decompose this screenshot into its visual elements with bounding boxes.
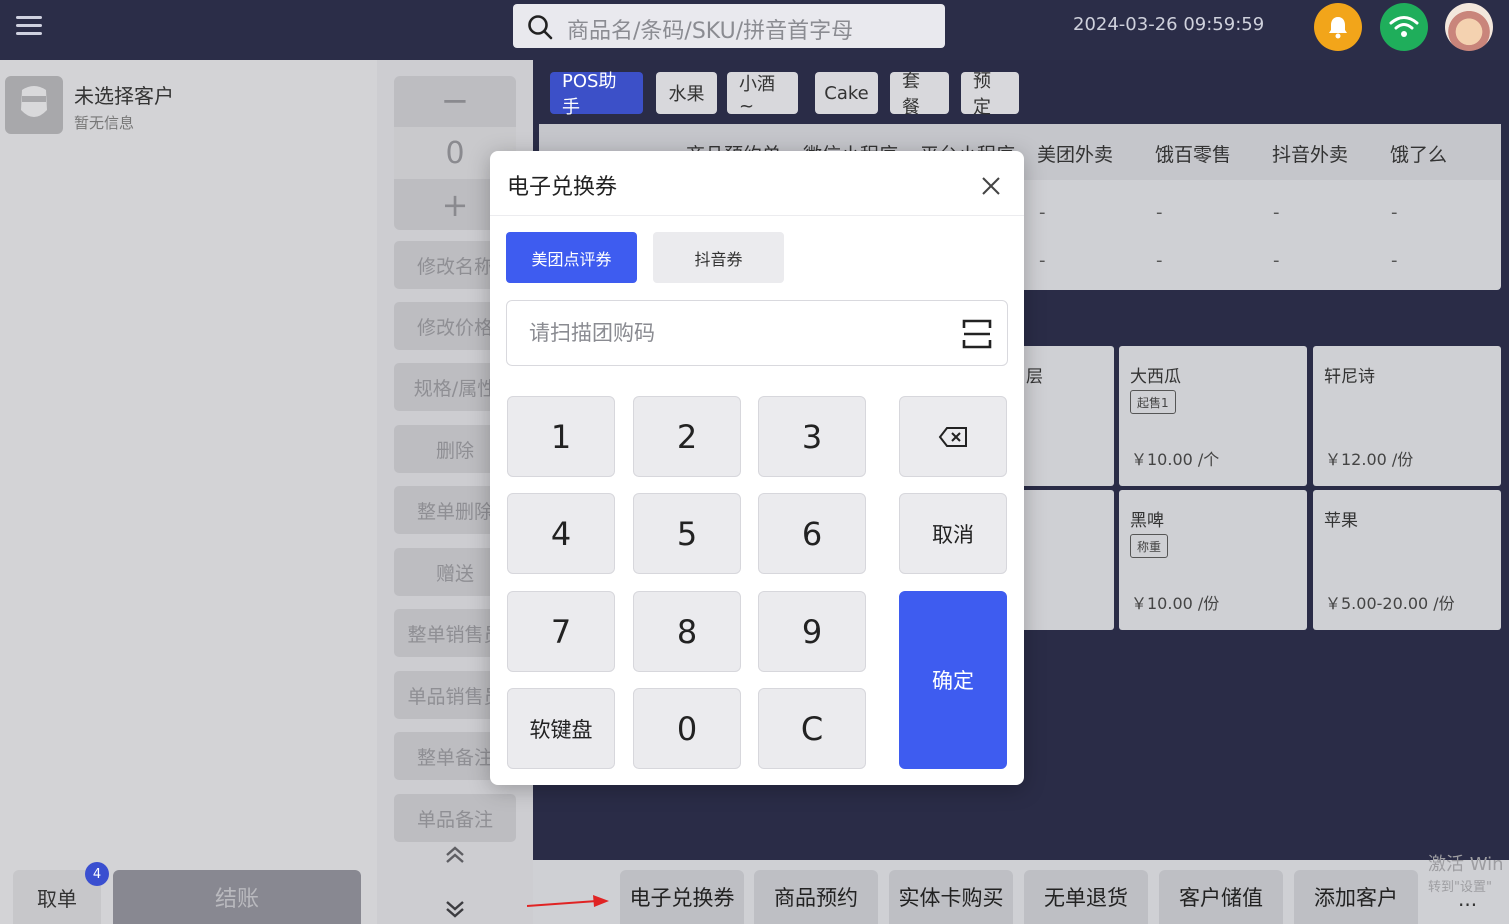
key-2[interactable]: 2 xyxy=(633,396,741,477)
table-cell: - xyxy=(1391,202,1398,223)
chevron-up-icon[interactable] xyxy=(444,844,466,866)
key-1[interactable]: 1 xyxy=(507,396,615,477)
wifi-button[interactable] xyxy=(1380,3,1428,51)
quantity-minus-button[interactable]: − xyxy=(394,76,516,126)
bell-icon xyxy=(1329,17,1347,39)
product-price: ￥10.00 /份 xyxy=(1131,594,1220,613)
clear-key-button[interactable]: C xyxy=(758,688,866,769)
product-name: 黑啤 xyxy=(1130,511,1164,531)
windows-activation-title: 激活 Win xyxy=(1428,854,1504,875)
table-cell: - xyxy=(1156,250,1163,271)
soft-keyboard-button[interactable]: 软键盘 xyxy=(507,688,615,769)
category-tab-combo[interactable]: 套餐 xyxy=(890,71,949,118)
product-name: 层 xyxy=(1026,367,1043,387)
user-icon xyxy=(21,86,47,117)
divider xyxy=(490,215,1024,216)
category-tab-wine[interactable]: 小酒 ~ xyxy=(727,72,798,117)
table-cell: - xyxy=(1273,250,1280,271)
key-6[interactable]: 6 xyxy=(758,493,866,574)
key-5[interactable]: 5 xyxy=(633,493,741,574)
datetime: 2024-03-26 09:59:59 xyxy=(1073,14,1265,35)
product-card[interactable]: 大西瓜 起售1 ￥10.00 /个 xyxy=(1119,346,1307,486)
product-price: ￥12.00 /份 xyxy=(1325,450,1414,469)
product-name: 轩尼诗 xyxy=(1324,367,1375,387)
dialog-title: 电子兑换券 xyxy=(507,175,618,200)
e-voucher-button[interactable]: 电子兑换券 xyxy=(620,870,744,924)
customer-avatar[interactable] xyxy=(5,76,63,134)
item-note-button[interactable]: 单品备注 xyxy=(394,794,516,842)
key-7[interactable]: 7 xyxy=(507,591,615,672)
category-tab-cake[interactable]: Cake xyxy=(815,72,878,114)
checkout-button[interactable]: 结账 xyxy=(113,870,361,924)
category-tab-reserve[interactable]: 预定 xyxy=(961,71,1019,118)
product-card[interactable]: 轩尼诗 ￥12.00 /份 xyxy=(1313,346,1501,486)
product-card[interactable]: 苹果 ￥5.00-20.00 /份 xyxy=(1313,490,1501,630)
tab-douyin-voucher[interactable]: 抖音券 xyxy=(653,232,784,283)
scan-icon[interactable] xyxy=(962,319,992,349)
product-tag: 起售1 xyxy=(1130,390,1176,414)
backspace-icon xyxy=(938,426,967,447)
add-customer-button[interactable]: 添加客户 xyxy=(1294,870,1418,924)
top-bar: 商品名/条码/SKU/拼音首字母 2024-03-26 09:59:59 xyxy=(0,0,1509,60)
search-bar[interactable]: 商品名/条码/SKU/拼音首字母 xyxy=(513,4,945,48)
customer-name[interactable]: 未选择客户 xyxy=(74,80,174,109)
key-4[interactable]: 4 xyxy=(507,493,615,574)
product-card[interactable]: 黑啤 称重 ￥10.00 /份 xyxy=(1119,490,1307,630)
cart-panel: 未选择客户 暂无信息 取单 4 结账 xyxy=(0,60,377,924)
tab-meituan-voucher[interactable]: 美团点评券 xyxy=(506,232,637,283)
column-header: 美团外卖 xyxy=(1037,144,1114,166)
chevron-down-icon[interactable] xyxy=(444,898,466,920)
user-avatar[interactable] xyxy=(1445,3,1493,51)
annotation-arrow xyxy=(527,895,609,907)
order-count-badge: 4 xyxy=(85,862,109,886)
menu-icon[interactable] xyxy=(16,14,42,38)
wifi-icon xyxy=(1389,16,1419,37)
column-header: 饿百零售 xyxy=(1155,144,1232,166)
voucher-code-input[interactable] xyxy=(507,301,947,365)
product-name: 苹果 xyxy=(1324,511,1358,531)
search-icon xyxy=(528,15,553,40)
table-cell: - xyxy=(1391,250,1398,271)
key-3[interactable]: 3 xyxy=(758,396,866,477)
key-9[interactable]: 9 xyxy=(758,591,866,672)
product-price: ￥10.00 /个 xyxy=(1131,450,1220,469)
product-tag: 称重 xyxy=(1130,534,1169,558)
physical-card-button[interactable]: 实体卡购买 xyxy=(889,870,1013,924)
table-cell: - xyxy=(1039,202,1046,223)
category-tab-fruit[interactable]: 水果 xyxy=(656,72,717,114)
cancel-button[interactable]: 取消 xyxy=(899,493,1007,574)
column-header: 抖音外卖 xyxy=(1272,144,1349,166)
table-cell: - xyxy=(1156,202,1163,223)
search-placeholder: 商品名/条码/SKU/拼音首字母 xyxy=(567,19,854,44)
key-8[interactable]: 8 xyxy=(633,591,741,672)
voucher-code-field xyxy=(506,300,1008,366)
close-icon[interactable] xyxy=(980,175,1002,197)
no-receipt-return-button[interactable]: 无单退货 xyxy=(1024,870,1148,924)
confirm-button[interactable]: 确定 xyxy=(899,591,1007,769)
customer-info: 暂无信息 xyxy=(74,114,135,132)
e-voucher-dialog: 电子兑换券 美团点评券 抖音券 1 2 3 4 5 6 取消 7 8 9 确定 … xyxy=(490,151,1024,785)
more-button[interactable]: ··· xyxy=(1458,893,1477,917)
product-name: 大西瓜 xyxy=(1130,367,1181,387)
customer-topup-button[interactable]: 客户储值 xyxy=(1159,870,1283,924)
product-reservation-button[interactable]: 商品预约 xyxy=(754,870,878,924)
column-header: 饿了么 xyxy=(1390,144,1448,166)
table-cell: - xyxy=(1039,250,1046,271)
function-bar: 电子兑换券 商品预约 实体卡购买 无单退货 客户储值 添加客户 xyxy=(533,860,1509,924)
key-0[interactable]: 0 xyxy=(633,688,741,769)
notification-button[interactable] xyxy=(1314,3,1362,51)
table-cell: - xyxy=(1273,202,1280,223)
product-price: ￥5.00-20.00 /份 xyxy=(1325,594,1455,613)
cart-footer: 取单 4 结账 xyxy=(0,862,377,924)
backspace-button[interactable] xyxy=(899,396,1007,477)
category-tab-pos[interactable]: POS助手 xyxy=(550,71,643,118)
